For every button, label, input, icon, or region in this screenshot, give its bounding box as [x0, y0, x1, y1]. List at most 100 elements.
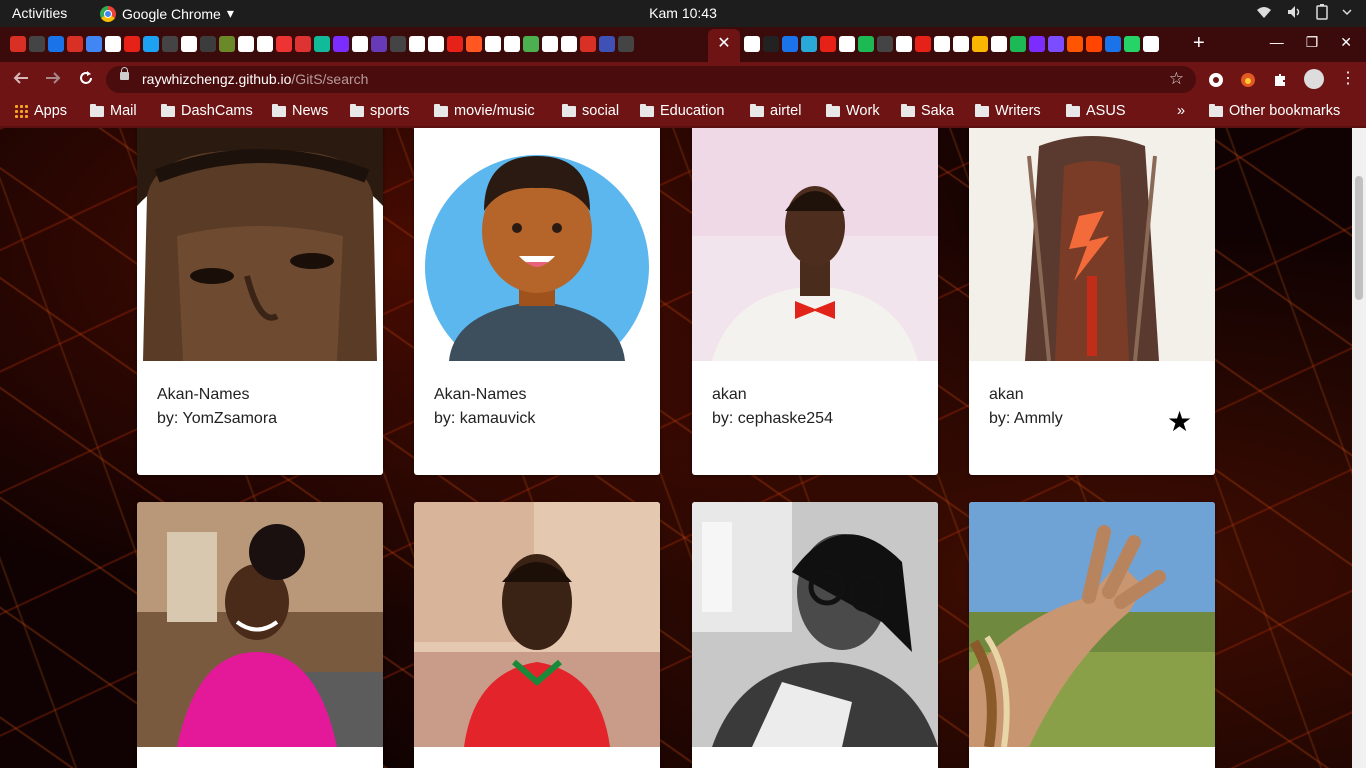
- tab-favicon-icon[interactable]: [333, 36, 349, 52]
- tab-favicon-icon[interactable]: [238, 36, 254, 52]
- tab-favicon-icon[interactable]: [1086, 36, 1102, 52]
- bookmark-folder-asus[interactable]: ASUS: [1066, 103, 1126, 119]
- bookmark-folder-dashcams[interactable]: DashCams: [161, 103, 253, 119]
- profile-avatar[interactable]: [1304, 69, 1324, 89]
- tab-favicon-icon[interactable]: [390, 36, 406, 52]
- tab-favicon-icon[interactable]: [934, 36, 950, 52]
- tab-favicon-icon[interactable]: [542, 36, 558, 52]
- app-menu[interactable]: Google Chrome ▾: [100, 5, 234, 22]
- tab-favicon-icon[interactable]: [428, 36, 444, 52]
- tab-favicon-icon[interactable]: [371, 36, 387, 52]
- system-tray[interactable]: [1256, 4, 1352, 20]
- minimize-button[interactable]: —: [1270, 34, 1284, 51]
- tab-favicon-icon[interactable]: [953, 36, 969, 52]
- bookmark-star-icon[interactable]: ☆: [1169, 69, 1184, 89]
- tab-favicon-icon[interactable]: [504, 36, 520, 52]
- lock-icon[interactable]: [120, 67, 129, 80]
- tab-favicon-icon[interactable]: [801, 36, 817, 52]
- tab-favicon-icon[interactable]: [915, 36, 931, 52]
- tab-favicon-icon[interactable]: [86, 36, 102, 52]
- bookmark-folder-saka[interactable]: Saka: [901, 103, 954, 119]
- tab-favicon-icon[interactable]: [48, 36, 64, 52]
- tab-favicon-icon[interactable]: [1105, 36, 1121, 52]
- favorite-star-icon[interactable]: ★: [1167, 408, 1192, 436]
- repo-card[interactable]: [969, 502, 1215, 768]
- back-arrow-icon[interactable]: [12, 69, 30, 87]
- bookmark-folder-airtel[interactable]: airtel: [750, 103, 801, 119]
- menu-kebab-icon[interactable]: ⋮: [1340, 68, 1356, 88]
- tab-favicon-icon[interactable]: [409, 36, 425, 52]
- tab-favicon-icon[interactable]: [276, 36, 292, 52]
- repo-card[interactable]: Akan-Names by: YomZsamora: [137, 128, 383, 475]
- bookmark-folder-news[interactable]: News: [272, 103, 328, 119]
- active-tab-close-button[interactable]: ✕: [708, 29, 740, 62]
- extension-flame-icon[interactable]: [1240, 72, 1256, 88]
- tab-favicon-icon[interactable]: [744, 36, 760, 52]
- bookmark-folder-sports[interactable]: sports: [350, 103, 410, 119]
- address-bar[interactable]: raywhizchengz.github.io/GitS/search ☆: [106, 66, 1196, 93]
- github-icon[interactable]: [1208, 72, 1224, 88]
- page-scrollbar[interactable]: [1352, 128, 1366, 768]
- tab-favicon-icon[interactable]: [447, 36, 463, 52]
- tab-favicon-icon[interactable]: [257, 36, 273, 52]
- bookmark-folder-education[interactable]: Education: [640, 103, 725, 119]
- tab-favicon-icon[interactable]: [10, 36, 26, 52]
- puzzle-icon[interactable]: [1272, 72, 1288, 88]
- tab-favicon-icon[interactable]: [782, 36, 798, 52]
- bookmark-apps[interactable]: Apps: [14, 103, 67, 119]
- bookmark-folder-other[interactable]: Other bookmarks: [1209, 103, 1340, 119]
- repo-title[interactable]: akan: [989, 386, 1024, 404]
- forward-arrow-icon[interactable]: [44, 69, 62, 87]
- tab-favicon-icon[interactable]: [858, 36, 874, 52]
- tab-favicon-icon[interactable]: [991, 36, 1007, 52]
- tab-favicon-icon[interactable]: [314, 36, 330, 52]
- tab-favicon-icon[interactable]: [67, 36, 83, 52]
- tab-favicon-icon[interactable]: [219, 36, 235, 52]
- reload-icon[interactable]: [77, 69, 95, 87]
- url-text[interactable]: raywhizchengz.github.io/GitS/search: [142, 71, 368, 87]
- tab-favicon-icon[interactable]: [1010, 36, 1026, 52]
- new-tab-button[interactable]: +: [1193, 32, 1205, 55]
- tab-favicon-icon[interactable]: [466, 36, 482, 52]
- tab-favicon-icon[interactable]: [580, 36, 596, 52]
- tab-favicon-icon[interactable]: [485, 36, 501, 52]
- bookmark-folder-writers[interactable]: Writers: [975, 103, 1041, 119]
- tab-favicon-icon[interactable]: [1029, 36, 1045, 52]
- tab-favicon-icon[interactable]: [1067, 36, 1083, 52]
- tab-favicon-icon[interactable]: [29, 36, 45, 52]
- activities-button[interactable]: Activities: [12, 5, 67, 21]
- maximize-button[interactable]: ❐: [1306, 34, 1319, 51]
- bookmark-folder-movie-music[interactable]: movie/music: [434, 103, 535, 119]
- tab-favicon-icon[interactable]: [1124, 36, 1140, 52]
- tab-favicon-icon[interactable]: [618, 36, 634, 52]
- scrollbar-thumb[interactable]: [1355, 176, 1363, 300]
- repo-title[interactable]: Akan-Names: [434, 386, 526, 404]
- repo-title[interactable]: Akan-Names: [157, 386, 249, 404]
- repo-card[interactable]: akan by: Ammly ★: [969, 128, 1215, 475]
- close-window-button[interactable]: ✕: [1340, 34, 1352, 51]
- tab-favicon-icon[interactable]: [1143, 36, 1159, 52]
- tab-favicon-icon[interactable]: [763, 36, 779, 52]
- tab-favicon-icon[interactable]: [105, 36, 121, 52]
- repo-card[interactable]: [692, 502, 938, 768]
- tab-favicon-icon[interactable]: [162, 36, 178, 52]
- bookmarks-overflow-button[interactable]: »: [1177, 103, 1185, 119]
- tab-favicon-icon[interactable]: [124, 36, 140, 52]
- tab-favicon-icon[interactable]: [143, 36, 159, 52]
- tab-favicon-icon[interactable]: [972, 36, 988, 52]
- tab-favicon-icon[interactable]: [200, 36, 216, 52]
- tab-favicon-icon[interactable]: [877, 36, 893, 52]
- tab-favicon-icon[interactable]: [896, 36, 912, 52]
- repo-card[interactable]: akan by: cephaske254: [692, 128, 938, 475]
- tab-favicon-icon[interactable]: [181, 36, 197, 52]
- repo-title[interactable]: akan: [712, 386, 747, 404]
- tab-favicon-icon[interactable]: [523, 36, 539, 52]
- bookmark-folder-mail[interactable]: Mail: [90, 103, 137, 119]
- repo-card[interactable]: Akan-Names by: kamauvick: [414, 128, 660, 475]
- tab-favicon-icon[interactable]: [295, 36, 311, 52]
- repo-card[interactable]: [414, 502, 660, 768]
- tab-favicon-icon[interactable]: [820, 36, 836, 52]
- bookmark-folder-social[interactable]: social: [562, 103, 619, 119]
- repo-card[interactable]: [137, 502, 383, 768]
- tab-favicon-icon[interactable]: [1048, 36, 1064, 52]
